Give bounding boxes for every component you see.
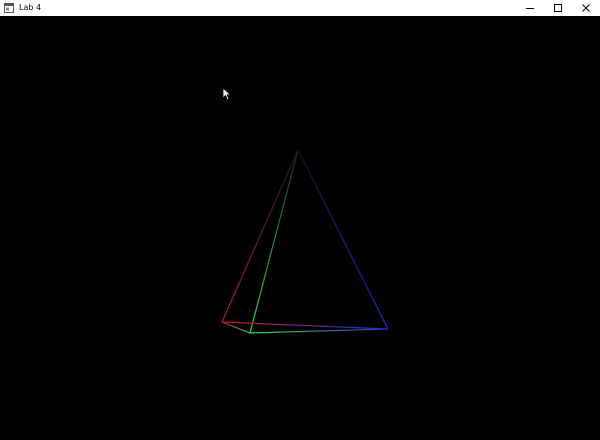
pyramid-edge-base-left-right <box>221 321 389 330</box>
maximize-button[interactable] <box>544 0 572 16</box>
render-viewport[interactable] <box>0 16 600 440</box>
app-window: Lab 4 <box>0 0 600 440</box>
app-window-icon[interactable] <box>4 3 14 13</box>
close-button[interactable] <box>572 0 600 16</box>
pyramid-edge-apex-right <box>297 149 389 330</box>
close-icon <box>582 4 590 12</box>
minimize-button[interactable] <box>516 0 544 16</box>
pyramid-edge-base-left-front <box>221 321 251 334</box>
minimize-icon <box>526 8 534 9</box>
window-title: Lab 4 <box>19 3 42 12</box>
pyramid-scene <box>221 149 389 334</box>
pyramid-edge-base-front-right <box>249 328 389 334</box>
title-bar[interactable]: Lab 4 <box>0 0 600 16</box>
maximize-icon <box>554 4 562 12</box>
mouse-cursor-icon <box>222 87 232 101</box>
window-controls <box>516 0 600 16</box>
